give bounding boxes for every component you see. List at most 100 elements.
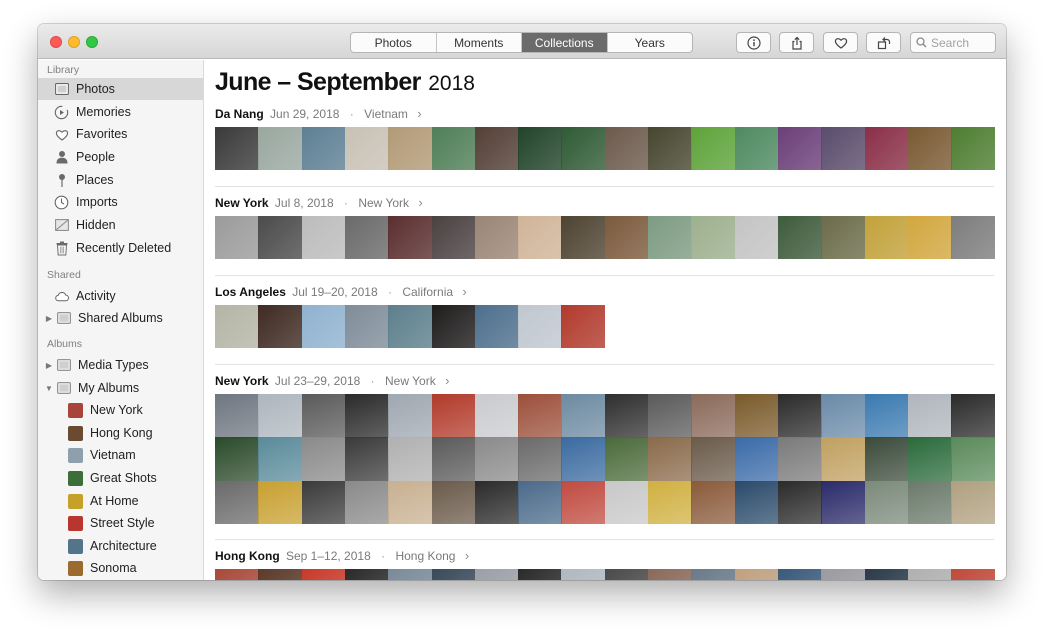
photo-thumbnail[interactable] [301, 480, 346, 525]
photo-thumbnail[interactable] [344, 394, 389, 438]
collection-header[interactable]: Hong Kong Sep 1–12, 2018 · Hong Kong › [215, 548, 469, 563]
photo-thumbnail[interactable] [734, 394, 779, 438]
search-input[interactable] [931, 35, 995, 50]
disclosure-triangle-icon[interactable]: ▶ [45, 314, 53, 323]
photo-thumbnail[interactable] [648, 480, 692, 525]
photo-thumbnail[interactable] [344, 305, 389, 348]
photo-thumbnail[interactable] [431, 305, 476, 348]
photo-thumbnail[interactable] [474, 480, 519, 525]
sidebar-item-album-at-home[interactable]: At Home [38, 490, 203, 512]
photo-thumbnail[interactable] [951, 216, 995, 259]
sidebar-item-places[interactable]: Places [38, 169, 203, 191]
photo-thumbnail[interactable] [907, 437, 952, 482]
photo-thumbnail[interactable] [258, 394, 303, 438]
photo-thumbnail[interactable] [821, 216, 865, 259]
photo-thumbnail[interactable] [518, 305, 562, 348]
photo-thumbnail[interactable] [691, 127, 736, 170]
photo-thumbnail[interactable] [344, 480, 389, 525]
photo-thumbnail[interactable] [951, 569, 995, 580]
collection-header[interactable]: Da Nang Jun 29, 2018 · Vietnam › [215, 106, 422, 121]
photo-thumbnail[interactable] [561, 394, 606, 438]
photo-thumbnail[interactable] [821, 437, 865, 482]
sidebar-item-photos[interactable]: Photos [38, 78, 203, 100]
close-button[interactable] [50, 36, 62, 48]
sidebar-item-album-vietnam[interactable]: Vietnam [38, 444, 203, 466]
tab-collections[interactable]: Collections [522, 33, 608, 52]
photo-thumbnail[interactable] [951, 480, 995, 525]
photo-thumbnail[interactable] [561, 480, 606, 525]
sidebar-item-album-architecture[interactable]: Architecture [38, 535, 203, 557]
photo-thumbnail[interactable] [518, 394, 562, 438]
sidebar-item-album-hong-kong[interactable]: Hong Kong [38, 422, 203, 444]
photo-thumbnail[interactable] [907, 216, 952, 259]
photo-thumbnail[interactable] [518, 127, 562, 170]
photo-thumbnail[interactable] [215, 394, 259, 438]
sidebar-item-recently-deleted[interactable]: Recently Deleted [38, 237, 203, 259]
sidebar-item-imports[interactable]: Imports [38, 191, 203, 213]
photo-thumbnail[interactable] [777, 127, 822, 170]
photo-thumbnail[interactable] [734, 216, 779, 259]
photo-thumbnail[interactable] [561, 216, 606, 259]
photo-thumbnail[interactable] [604, 394, 649, 438]
photo-thumbnail[interactable] [734, 437, 779, 482]
sidebar-item-media-types[interactable]: ▶ Media Types [38, 354, 203, 376]
collection-header[interactable]: New York Jul 8, 2018 · New York › [215, 195, 423, 210]
photo-thumbnail[interactable] [258, 569, 303, 580]
photo-thumbnail[interactable] [561, 437, 606, 482]
photo-thumbnail[interactable] [734, 569, 779, 580]
photo-thumbnail[interactable] [431, 569, 476, 580]
photo-thumbnail[interactable] [821, 480, 865, 525]
photo-thumbnail[interactable] [777, 394, 822, 438]
photo-thumbnail[interactable] [777, 216, 822, 259]
disclosure-triangle-icon[interactable]: ▶ [45, 361, 53, 370]
photo-thumbnail[interactable] [258, 216, 303, 259]
photo-thumbnail[interactable] [604, 216, 649, 259]
zoom-button[interactable] [86, 36, 98, 48]
photo-thumbnail[interactable] [518, 216, 562, 259]
photo-thumbnail[interactable] [691, 480, 736, 525]
photo-thumbnail[interactable] [344, 437, 389, 482]
photo-thumbnail[interactable] [388, 437, 432, 482]
photo-thumbnail[interactable] [648, 569, 692, 580]
photo-thumbnail[interactable] [604, 437, 649, 482]
photo-thumbnail[interactable] [648, 127, 692, 170]
photo-thumbnail[interactable] [215, 437, 259, 482]
photo-thumbnail[interactable] [388, 569, 432, 580]
photo-thumbnail[interactable] [777, 437, 822, 482]
photo-thumbnail[interactable] [431, 216, 476, 259]
photo-thumbnail[interactable] [474, 216, 519, 259]
tab-moments[interactable]: Moments [437, 33, 522, 52]
photo-thumbnail[interactable] [258, 305, 303, 348]
photo-thumbnail[interactable] [215, 569, 259, 580]
photo-thumbnail[interactable] [258, 437, 303, 482]
photo-thumbnail[interactable] [301, 305, 346, 348]
photo-thumbnail[interactable] [561, 127, 606, 170]
sidebar-item-memories[interactable]: Memories [38, 101, 203, 123]
photo-thumbnail[interactable] [474, 569, 519, 580]
photo-thumbnail[interactable] [344, 216, 389, 259]
photo-thumbnail[interactable] [864, 127, 909, 170]
tab-years[interactable]: Years [608, 33, 693, 52]
disclosure-triangle-expanded-icon[interactable]: ▼ [45, 384, 53, 393]
photo-thumbnail[interactable] [344, 127, 389, 170]
photo-thumbnail[interactable] [258, 480, 303, 525]
photo-thumbnail[interactable] [561, 305, 606, 348]
photo-thumbnail[interactable] [561, 569, 606, 580]
sidebar-item-album-new-york[interactable]: New York [38, 399, 203, 421]
photo-thumbnail[interactable] [518, 569, 562, 580]
rotate-button[interactable] [866, 32, 901, 53]
photo-thumbnail[interactable] [951, 127, 995, 170]
share-button[interactable] [779, 32, 814, 53]
photo-thumbnail[interactable] [301, 437, 346, 482]
sidebar-item-my-albums[interactable]: ▼ My Albums [38, 377, 203, 399]
photo-thumbnail[interactable] [215, 127, 259, 170]
photo-thumbnail[interactable] [431, 437, 476, 482]
photo-thumbnail[interactable] [864, 480, 909, 525]
photo-thumbnail[interactable] [777, 480, 822, 525]
photo-thumbnail[interactable] [258, 127, 303, 170]
photo-thumbnail[interactable] [474, 394, 519, 438]
photo-thumbnail[interactable] [388, 480, 432, 525]
photo-thumbnail[interactable] [301, 569, 346, 580]
photo-thumbnail[interactable] [691, 437, 736, 482]
photo-thumbnail[interactable] [691, 216, 736, 259]
